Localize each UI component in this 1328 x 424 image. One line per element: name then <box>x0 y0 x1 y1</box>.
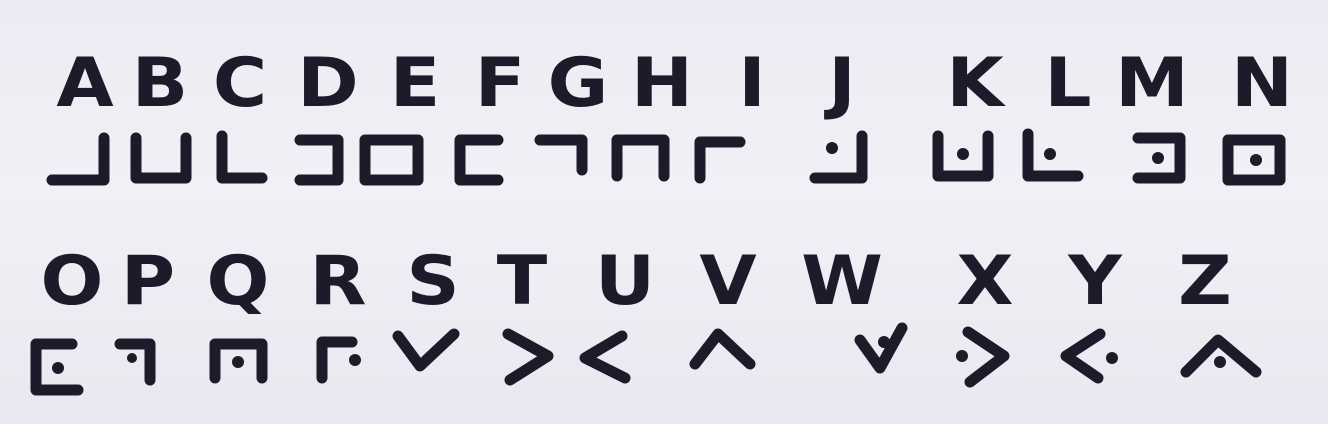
cipher-symbol-v <box>689 328 756 370</box>
letter-i: I <box>738 43 766 123</box>
letter-k: K <box>946 43 1004 123</box>
cipher-symbol-x <box>956 326 1010 388</box>
letter-m: M <box>1115 43 1189 123</box>
cipher-symbol-y <box>1060 328 1118 384</box>
letter-f: F <box>474 43 526 123</box>
letter-g: G <box>547 43 609 123</box>
cipher-symbol-e <box>359 134 424 186</box>
cipher-symbol-s <box>392 328 460 372</box>
letter-z: Z <box>1178 241 1232 321</box>
pigpen-cipher-sheet: A B C D E F G H I J K L M N O P Q R S T … <box>0 0 1328 424</box>
cipher-row-bottom <box>30 322 1262 396</box>
letter-d: D <box>297 43 359 123</box>
letter-p: P <box>120 241 176 321</box>
cipher-symbol-h <box>611 134 670 182</box>
cipher-symbol-o <box>30 338 84 396</box>
cipher-symbol-d <box>294 134 344 186</box>
letter-u: U <box>594 241 656 321</box>
cipher-symbol-u <box>579 330 631 384</box>
cipher-symbol-p <box>114 338 156 386</box>
letter-o: O <box>40 241 104 321</box>
cipher-row-top <box>46 128 1286 186</box>
letter-a: A <box>56 43 114 123</box>
cipher-symbol-l <box>1022 128 1084 182</box>
alphabet-row-top: A B C D E F G H I J K L M N <box>0 38 1328 128</box>
cipher-symbol-m <box>1132 132 1186 184</box>
letter-w: W <box>801 241 883 321</box>
letter-s: S <box>406 241 460 321</box>
letter-l: L <box>1044 43 1092 123</box>
letter-b: B <box>131 43 189 123</box>
cipher-symbol-b <box>130 132 192 184</box>
letter-y: Y <box>1068 241 1122 321</box>
alphabet-row-bottom: O P Q R S T U V W X Y Z <box>0 236 1328 326</box>
cipher-symbol-t <box>502 328 554 386</box>
letter-n: N <box>1231 43 1293 123</box>
cipher-symbol-w <box>854 322 908 374</box>
cipher-symbol-k <box>932 130 994 182</box>
letter-t: T <box>496 241 548 321</box>
letter-v: V <box>699 241 757 321</box>
cipher-symbol-n <box>1222 134 1286 186</box>
letter-c: C <box>212 43 268 123</box>
cipher-symbol-g <box>534 134 588 176</box>
letter-r: R <box>309 241 367 321</box>
cipher-symbol-i <box>694 136 746 184</box>
cipher-symbol-z <box>1180 334 1262 378</box>
cipher-symbol-r <box>316 336 361 384</box>
cipher-symbol-j <box>809 130 868 184</box>
letter-x: X <box>956 241 1014 321</box>
letter-e: E <box>389 43 441 123</box>
letter-j: J <box>828 43 856 123</box>
cipher-symbol-f <box>454 134 504 186</box>
cipher-symbol-a <box>46 132 110 186</box>
letter-q: Q <box>206 241 270 321</box>
letter-h: H <box>631 43 693 123</box>
cipher-symbol-c <box>216 130 268 184</box>
cipher-symbol-q <box>209 338 268 384</box>
